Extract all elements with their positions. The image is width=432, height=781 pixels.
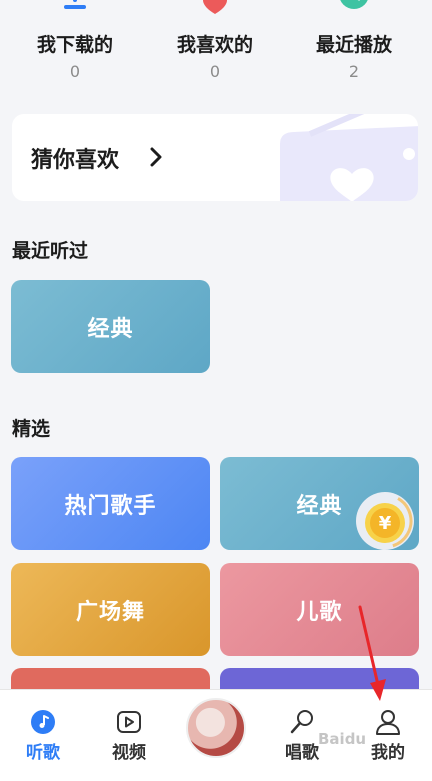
guess-you-like-title: 猜你喜欢 (31, 148, 120, 173)
chevron-right-icon (150, 147, 162, 167)
microphone-icon (290, 710, 313, 734)
stats-row: 我下载的 0 我喜欢的 0 最近播放 2 (0, 0, 432, 100)
featured-label: 广场舞 (75, 599, 145, 625)
recent-plays-count: 2 (348, 62, 360, 81)
video-play-icon (117, 711, 141, 733)
heart-icon (203, 0, 227, 14)
coin-symbol: ¥ (378, 512, 392, 534)
featured-label: 经典 (296, 493, 343, 519)
recent-item-classic[interactable]: 经典 (11, 280, 210, 373)
radio-illustration (280, 114, 418, 201)
album-disc-icon[interactable] (186, 698, 246, 758)
bottom-tab-bar: 听歌 视频 唱歌 我的 (0, 689, 432, 781)
music-note-icon (31, 710, 55, 734)
tab-video[interactable]: 视频 (86, 690, 172, 781)
tab-listen[interactable]: 听歌 (0, 690, 86, 781)
recent-plays-label: 最近播放 (315, 34, 392, 56)
featured-section-title: 精选 (12, 418, 51, 440)
featured-square-dance[interactable]: 广场舞 (11, 563, 210, 656)
guess-you-like-card[interactable]: 猜你喜欢 (12, 114, 418, 201)
recent-section-title: 最近听过 (12, 240, 89, 262)
downloads-label: 我下载的 (36, 34, 113, 56)
recent-item-label: 经典 (87, 316, 134, 342)
featured-label: 热门歌手 (64, 493, 157, 519)
favorites-count: 0 (209, 62, 221, 81)
coin-reward-button[interactable]: ¥ (356, 492, 414, 550)
tab-label: 听歌 (26, 743, 60, 763)
download-icon (64, 0, 86, 9)
person-icon (376, 710, 400, 735)
clock-icon (340, 0, 368, 9)
downloads-count: 0 (69, 62, 81, 81)
tab-label: 视频 (112, 743, 146, 763)
featured-kids-songs[interactable]: 儿歌 (220, 563, 419, 656)
favorites-label: 我喜欢的 (176, 34, 253, 56)
watermark: Baidu (318, 730, 367, 748)
featured-hot-singers[interactable]: 热门歌手 (11, 457, 210, 550)
featured-label: 儿歌 (296, 599, 343, 625)
